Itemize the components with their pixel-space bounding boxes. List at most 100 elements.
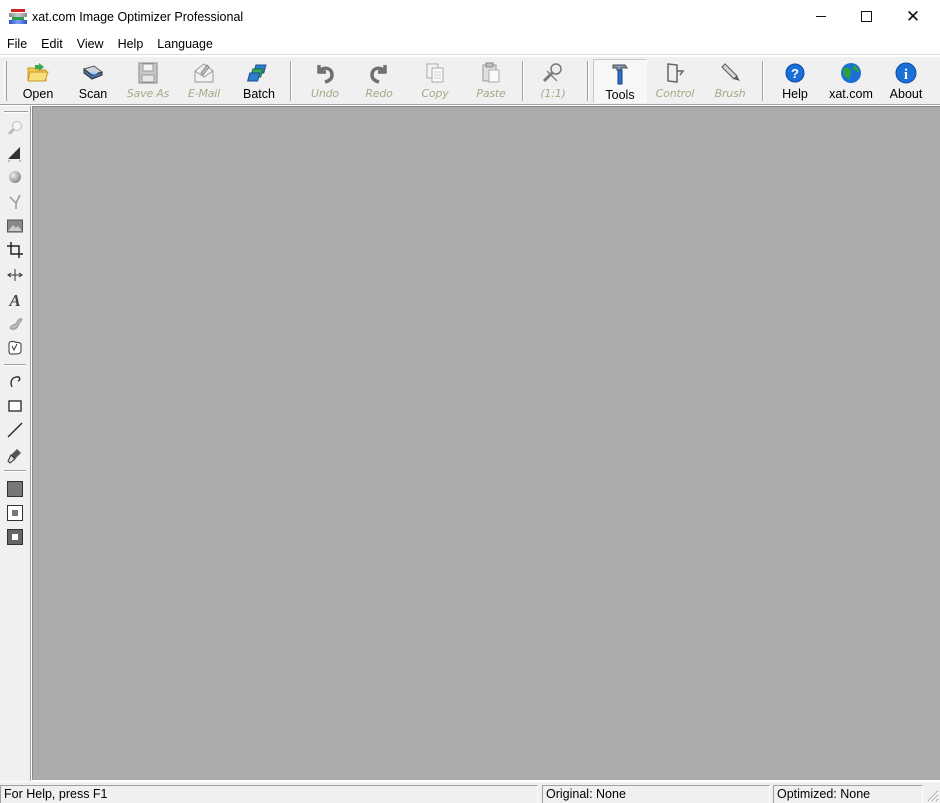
sphere-icon	[9, 171, 21, 183]
svg-text:?: ?	[791, 66, 799, 81]
toolbar-grip[interactable]	[4, 61, 7, 101]
curve-branch-icon	[9, 194, 21, 209]
toolbar-separator	[522, 61, 524, 101]
tool-palette: A	[0, 106, 31, 781]
redo-arrow-icon	[367, 61, 391, 85]
image-tool[interactable]	[5, 216, 25, 236]
batch-stack-icon	[247, 61, 271, 85]
svg-text:i: i	[904, 67, 908, 83]
zoom-tool[interactable]	[5, 118, 25, 138]
folder-open-icon	[26, 61, 50, 85]
save-as-button[interactable]: Save As	[122, 59, 174, 103]
toolbar-separator	[290, 61, 292, 101]
resize-grip-icon[interactable]	[925, 788, 939, 802]
help-question-icon: ?	[783, 61, 807, 85]
sphere-tool[interactable]	[5, 167, 25, 187]
help-button[interactable]: ? Help	[772, 59, 818, 103]
magnifier-icon	[7, 121, 22, 136]
status-bar: For Help, press F1 Original: None Optimi…	[0, 781, 940, 803]
undo-arrow-icon	[313, 61, 337, 85]
image-canvas[interactable]	[32, 106, 940, 780]
line-icon	[7, 422, 23, 438]
hammer-icon	[608, 62, 632, 86]
resize-arrows-icon	[7, 269, 23, 281]
status-help-text: For Help, press F1	[0, 785, 538, 803]
redo-button[interactable]: Redo	[356, 59, 402, 103]
resize-tool[interactable]	[5, 265, 25, 285]
status-original-size: Original: None	[542, 785, 770, 803]
undo-button[interactable]: Undo	[302, 59, 348, 103]
rectangle-icon	[8, 400, 22, 412]
paste-icon	[479, 61, 503, 85]
lasso-icon	[10, 376, 21, 388]
brush-button[interactable]: Brush	[706, 59, 754, 103]
lasso-tool[interactable]	[5, 371, 25, 391]
close-button[interactable]: ✕	[890, 0, 936, 33]
about-button[interactable]: i About	[883, 59, 929, 103]
region-tool[interactable]	[5, 337, 25, 357]
palette-grip[interactable]	[4, 111, 28, 113]
email-button[interactable]: E-Mail	[180, 59, 228, 103]
xat-website-button[interactable]: xat.com	[823, 59, 879, 103]
menu-language[interactable]: Language	[150, 34, 220, 54]
outline-fill-icon	[7, 505, 23, 521]
menu-file[interactable]: File	[0, 34, 34, 54]
scanner-icon	[81, 61, 105, 85]
landscape-image-icon	[7, 219, 23, 233]
paint-brush-tool[interactable]	[5, 445, 25, 465]
batch-button[interactable]: Batch	[236, 59, 282, 103]
solid-fill-icon	[7, 481, 23, 497]
menu-edit[interactable]: Edit	[34, 34, 70, 54]
text-tool[interactable]: A	[5, 289, 25, 309]
paste-button[interactable]: Paste	[468, 59, 514, 103]
main-toolbar: Open Scan Save As E-Mail Batch Undo Redo…	[0, 56, 940, 105]
globe-icon	[839, 61, 863, 85]
menu-view[interactable]: View	[70, 34, 111, 54]
brush-icon	[718, 61, 742, 85]
rectangle-tool[interactable]	[5, 396, 25, 416]
status-optimized-size: Optimized: None	[773, 785, 923, 803]
copy-button[interactable]: Copy	[412, 59, 458, 103]
levels-tool[interactable]	[5, 143, 25, 163]
tools-button[interactable]: Tools	[593, 59, 647, 103]
zoom-actual-size-icon	[541, 61, 565, 85]
effects-icon	[9, 318, 23, 330]
copy-icon	[423, 61, 447, 85]
text-a-icon: A	[8, 291, 20, 308]
open-button[interactable]: Open	[14, 59, 62, 103]
minimize-icon	[816, 16, 826, 17]
paint-brush-icon	[7, 449, 21, 464]
toolbar-separator	[762, 61, 764, 101]
line-tool[interactable]	[5, 420, 25, 440]
fill-outline-inner[interactable]	[5, 503, 25, 523]
xat-app-icon[interactable]	[9, 8, 27, 25]
palette-separator	[4, 364, 26, 366]
info-icon: i	[894, 61, 918, 85]
curve-tool[interactable]	[5, 191, 25, 211]
scan-button[interactable]: Scan	[70, 59, 116, 103]
inverse-fill-icon	[7, 529, 23, 545]
menu-bar: File Edit View Help Language	[0, 33, 940, 55]
window-title: xat.com Image Optimizer Professional	[32, 9, 244, 24]
palette-separator	[4, 470, 26, 472]
effects-tool[interactable]	[5, 313, 25, 333]
svg-text:A: A	[8, 291, 20, 308]
histogram-icon	[8, 147, 21, 162]
crop-icon	[7, 242, 23, 258]
title-bar: xat.com Image Optimizer Professional ✕	[0, 0, 940, 33]
crop-tool[interactable]	[5, 240, 25, 260]
toolbar-separator	[587, 61, 589, 101]
minimize-button[interactable]	[798, 0, 844, 33]
envelope-icon	[192, 61, 216, 85]
floppy-disk-icon	[136, 61, 160, 85]
close-icon: ✕	[905, 7, 921, 26]
actual-size-button[interactable]: (1:1)	[530, 59, 576, 103]
fill-inverse-inner[interactable]	[5, 527, 25, 547]
menu-help[interactable]: Help	[111, 34, 151, 54]
control-panel-icon	[663, 61, 687, 85]
maximize-button[interactable]	[843, 0, 889, 33]
region-icon	[8, 340, 22, 355]
control-button[interactable]: Control	[650, 59, 700, 103]
fill-solid[interactable]	[5, 479, 25, 499]
maximize-icon	[860, 11, 872, 22]
